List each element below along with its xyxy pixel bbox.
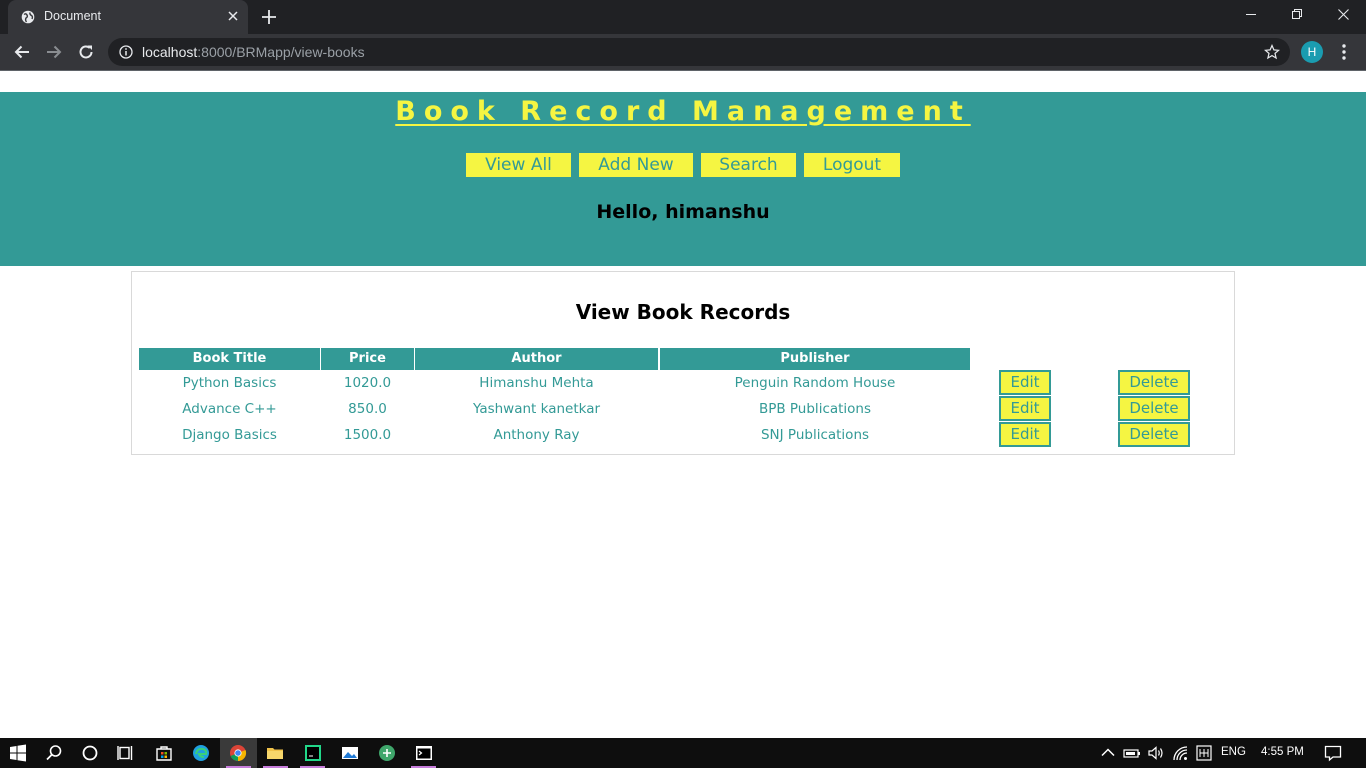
edge-icon[interactable] (192, 744, 210, 762)
clock[interactable]: 4:55 PM (1261, 746, 1304, 758)
back-arrow-icon[interactable] (12, 42, 32, 62)
cell-author: Anthony Ray (493, 427, 580, 443)
cell-author: Yashwant kanetkar (472, 401, 601, 417)
info-icon[interactable] (119, 45, 133, 59)
main-nav: View All Add New Search Logout (0, 153, 1366, 177)
notification-icon[interactable] (1324, 744, 1342, 762)
site-header: Book Record Management View All Add New Se… (0, 92, 1366, 266)
delete-button[interactable]: Delete (1118, 422, 1190, 447)
restore-icon (1292, 9, 1302, 19)
pycharm-icon[interactable] (304, 744, 322, 762)
records-panel: View Book Records Book Title Price Autho… (131, 271, 1235, 455)
column-header-author: Author (415, 348, 658, 370)
url-host: localhost (142, 44, 198, 60)
edit-button[interactable]: Edit (999, 396, 1051, 421)
chevron-up-icon[interactable] (1099, 744, 1117, 762)
language-indicator[interactable]: ENG (1221, 746, 1246, 758)
store-icon[interactable] (155, 744, 173, 762)
battery-icon[interactable] (1123, 744, 1141, 762)
photos-icon[interactable] (341, 744, 359, 762)
cell-publisher: Penguin Random House (734, 375, 896, 391)
task-view-icon[interactable] (117, 744, 135, 762)
url-path: :8000/BRMapp/view-books (197, 44, 365, 60)
wifi-icon[interactable] (1171, 744, 1189, 762)
command-prompt-icon[interactable] (415, 744, 433, 762)
delete-button[interactable]: Delete (1118, 396, 1190, 421)
cell-book-title: Django Basics (182, 427, 277, 443)
nav-search[interactable]: Search (701, 153, 796, 177)
browser-toolbar: localhost:8000/BRMapp/view-books H (0, 34, 1366, 70)
browser-tab-strip: Document (0, 0, 1366, 34)
minimize-icon (1246, 14, 1256, 15)
close-tab-icon[interactable] (226, 9, 240, 23)
nav-logout[interactable]: Logout (804, 153, 900, 177)
address-bar[interactable]: localhost:8000/BRMapp/view-books (108, 38, 1290, 66)
records-title: View Book Records (575, 300, 791, 324)
more-menu-icon[interactable] (1336, 42, 1352, 62)
delete-button[interactable]: Delete (1118, 370, 1190, 395)
app-icon[interactable] (378, 744, 396, 762)
user-greeting: Hello, himanshu (596, 201, 770, 223)
bookmark-star-icon[interactable] (1264, 44, 1280, 60)
chrome-icon[interactable] (229, 744, 247, 762)
cell-publisher: BPB Publications (758, 401, 872, 417)
windows-taskbar: ENG 4:55 PM (0, 738, 1366, 768)
cell-price: 850.0 (348, 401, 387, 417)
forward-arrow-icon[interactable] (44, 42, 64, 62)
windows-start-icon[interactable] (9, 744, 27, 762)
browser-tab[interactable]: Document (8, 0, 248, 34)
cell-price: 1500.0 (343, 427, 392, 443)
volume-icon[interactable] (1147, 744, 1165, 762)
nav-add-new[interactable]: Add New (579, 153, 693, 177)
minimize-button[interactable] (1228, 0, 1274, 30)
cell-author: Himanshu Mehta (479, 375, 594, 391)
cell-book-title: Python Basics (182, 375, 277, 391)
cell-price: 1020.0 (343, 375, 392, 391)
search-icon[interactable] (45, 744, 63, 762)
cell-publisher: SNJ Publications (760, 427, 870, 443)
globe-icon (21, 10, 35, 24)
close-window-button[interactable] (1320, 0, 1366, 30)
restore-button[interactable] (1274, 0, 1320, 30)
profile-avatar[interactable]: H (1301, 41, 1323, 63)
column-header-book-title: Book Title (139, 348, 320, 370)
input-method-icon[interactable] (1195, 744, 1213, 762)
edit-button[interactable]: Edit (999, 422, 1051, 447)
reload-icon[interactable] (76, 42, 96, 62)
column-header-publisher: Publisher (660, 348, 970, 370)
site-title[interactable]: Book Record Management (0, 96, 1366, 127)
edit-button[interactable]: Edit (999, 370, 1051, 395)
nav-view-all[interactable]: View All (466, 153, 571, 177)
page-viewport: Book Record Management View All Add New Se… (0, 71, 1366, 738)
close-icon (1338, 9, 1349, 20)
tab-title: Document (44, 9, 101, 23)
cell-book-title: Advance C++ (182, 401, 277, 417)
url-text: localhost:8000/BRMapp/view-books (142, 44, 365, 60)
file-explorer-icon[interactable] (266, 744, 284, 762)
column-header-price: Price (321, 348, 414, 370)
new-tab-icon[interactable] (261, 9, 277, 25)
cortana-icon[interactable] (81, 744, 99, 762)
